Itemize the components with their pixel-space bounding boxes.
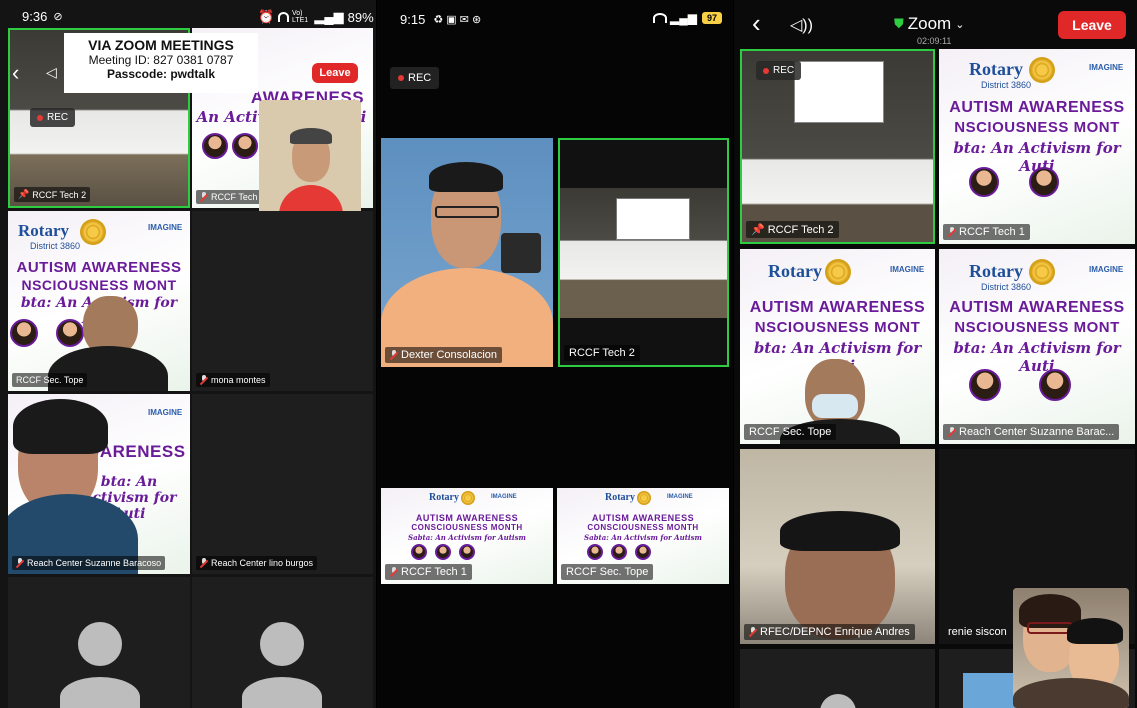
battery-percent: 89% bbox=[347, 9, 374, 25]
wifi-icon bbox=[278, 12, 289, 22]
video-tile[interactable]: IMAGINE AWARENESS bta: An Activism for A… bbox=[8, 394, 190, 574]
video-tile[interactable] bbox=[192, 577, 373, 708]
meeting-id: Meeting ID: 827 0381 0787 bbox=[88, 53, 234, 67]
video-tile[interactable]: RFEC/DEPNC Enrique Andres bbox=[740, 449, 935, 644]
avatar-icon bbox=[820, 694, 856, 708]
avatar-icon bbox=[78, 622, 122, 666]
leave-button[interactable]: Leave bbox=[312, 63, 358, 83]
mic-muted-icon bbox=[948, 427, 956, 437]
meeting-timer: 02:09:11 bbox=[917, 36, 952, 46]
status-bar: 9:36 ⊘ bbox=[22, 9, 63, 24]
video-tile[interactable] bbox=[740, 649, 935, 708]
back-icon[interactable]: ‹ bbox=[12, 60, 19, 86]
participant-name: 📌 RCCF Tech 2 bbox=[14, 187, 91, 202]
clock: 9:15 bbox=[400, 12, 426, 27]
phone-screenshot-left: 9:36 ⊘ ⏰ Vo) LTE1 ▂▄▆ 89% ▮ REC 📌RCCF Te… bbox=[0, 0, 376, 708]
video-tile[interactable]: Rotary District 3860 IMAGINE AUTISM AWAR… bbox=[939, 49, 1135, 244]
video-tile[interactable]: Dexter Consolacion bbox=[381, 138, 553, 367]
clock: 9:36 bbox=[22, 9, 48, 24]
participant-name: RCCF Tech 1 bbox=[943, 224, 1030, 240]
recording-badge: REC bbox=[30, 108, 76, 127]
video-tile[interactable]: Rotary IMAGINE AUTISM AWARENESS NSCIOUSN… bbox=[740, 249, 935, 444]
video-tile[interactable]: Rotary IMAGINE AUTISM AWARENESS CONSCIOU… bbox=[557, 488, 729, 584]
signal-icon: ▂▄▆ bbox=[670, 11, 697, 25]
participant-name: mona montes bbox=[196, 373, 270, 387]
battery-indicator: 97 bbox=[701, 12, 722, 24]
self-view-video[interactable] bbox=[1013, 588, 1129, 708]
signal-text: Vo) LTE1 bbox=[291, 10, 309, 24]
speaker-icon[interactable]: ◁ bbox=[46, 64, 57, 81]
recording-badge: REC bbox=[756, 61, 802, 80]
speaker-icon[interactable]: ◁)) bbox=[790, 15, 813, 35]
participant-name: RCCF Tech bbox=[196, 190, 262, 204]
participant-name: 📌 RCCF Tech 2 bbox=[746, 221, 839, 238]
alarm-icon: ⏰ bbox=[258, 9, 275, 24]
mic-muted-icon bbox=[200, 192, 208, 202]
status-icons: ▂▄▆ 97 bbox=[653, 11, 722, 25]
video-tile[interactable]: REC 📌 RCCF Tech 2 bbox=[740, 49, 935, 244]
poster-video: Rotary District 3860 IMAGINE AUTISM AWAR… bbox=[939, 249, 1135, 444]
avatar-icon bbox=[260, 622, 304, 666]
participant-name: RCCF Sec. Tope bbox=[744, 424, 837, 440]
status-bar: 9:15 ♻ ▣ ✉ ⊛ bbox=[400, 12, 481, 27]
mic-muted-icon bbox=[390, 350, 398, 360]
mic-muted-icon bbox=[200, 375, 208, 385]
phone-screenshot-right: ‹ ◁)) ⛊ Zoom ⌄ 02:09:11 Leave REC 📌 RCCF … bbox=[734, 0, 1137, 708]
video-tile[interactable] bbox=[8, 577, 190, 708]
pin-icon: 📌 bbox=[18, 189, 30, 199]
chevron-down-icon: ⌄ bbox=[955, 18, 965, 31]
video-tile[interactable]: Rotary IMAGINE AUTISM AWARENESS CONSCIOU… bbox=[381, 488, 553, 584]
banner-title: VIA ZOOM MEETINGS bbox=[88, 37, 234, 53]
participant-name: RCCF Tech 1 bbox=[385, 564, 472, 580]
participant-name: Reach Center Suzanne Baracoso bbox=[12, 556, 166, 570]
pin-icon: 📌 bbox=[751, 224, 765, 236]
video-tile[interactable]: mona montes bbox=[192, 211, 373, 391]
mic-muted-icon bbox=[200, 558, 208, 568]
participant-name: Reach Center lino burgos bbox=[196, 556, 318, 570]
shield-check-icon: ⛊ bbox=[894, 16, 904, 31]
mic-muted-icon bbox=[16, 558, 24, 568]
mic-muted-icon bbox=[948, 227, 956, 237]
participant-name: RCCF Sec. Tope bbox=[561, 564, 654, 580]
poster-video: Rotary District 3860 IMAGINE AUTISM AWAR… bbox=[939, 49, 1135, 244]
participant-name: Reach Center Suzanne Barac... bbox=[943, 424, 1120, 440]
meeting-info-banner: VIA ZOOM MEETINGS Meeting ID: 827 0381 0… bbox=[64, 33, 258, 93]
mic-muted-icon bbox=[749, 627, 757, 637]
wifi-icon bbox=[653, 13, 667, 23]
phone-screenshot-middle: 9:15 ♻ ▣ ✉ ⊛ ▂▄▆ 97 REC Dexter Consolaci… bbox=[377, 0, 733, 708]
meeting-title[interactable]: ⛊ Zoom ⌄ bbox=[894, 14, 964, 34]
video-tile[interactable]: Reach Center lino burgos bbox=[192, 394, 373, 574]
participant-name: renie siscon bbox=[948, 626, 1007, 638]
status-icons: ⏰ Vo) LTE1 ▂▄▆ 89% ▮ bbox=[258, 9, 376, 25]
mic-muted-icon bbox=[390, 567, 398, 577]
projector-screen bbox=[616, 198, 690, 240]
participant-name: RFEC/DEPNC Enrique Andres bbox=[744, 624, 915, 640]
notification-icons: ♻ ▣ ✉ ⊛ bbox=[433, 14, 482, 26]
leave-button[interactable]: Leave bbox=[1058, 11, 1126, 39]
participant-name: RCCF Sec. Tope bbox=[12, 373, 88, 387]
recording-badge: REC bbox=[390, 67, 440, 89]
projector-screen bbox=[794, 61, 884, 123]
back-icon[interactable]: ‹ bbox=[752, 10, 761, 36]
participant-name: RCCF Tech 2 bbox=[564, 345, 640, 361]
signal-icon: ▂▄▆ bbox=[314, 9, 344, 24]
video-tile[interactable]: RCCF Tech 2 bbox=[558, 138, 729, 367]
check-icon: ⊘ bbox=[53, 11, 63, 23]
passcode: Passcode: pwdtalk bbox=[106, 67, 216, 81]
video-tile[interactable]: Rotary District 3860 IMAGINE AUTISM AWAR… bbox=[939, 249, 1135, 444]
video-tile[interactable]: Rotary District 3860 IMAGINE AUTISM AWAR… bbox=[8, 211, 190, 391]
participant-name: Dexter Consolacion bbox=[385, 347, 502, 363]
